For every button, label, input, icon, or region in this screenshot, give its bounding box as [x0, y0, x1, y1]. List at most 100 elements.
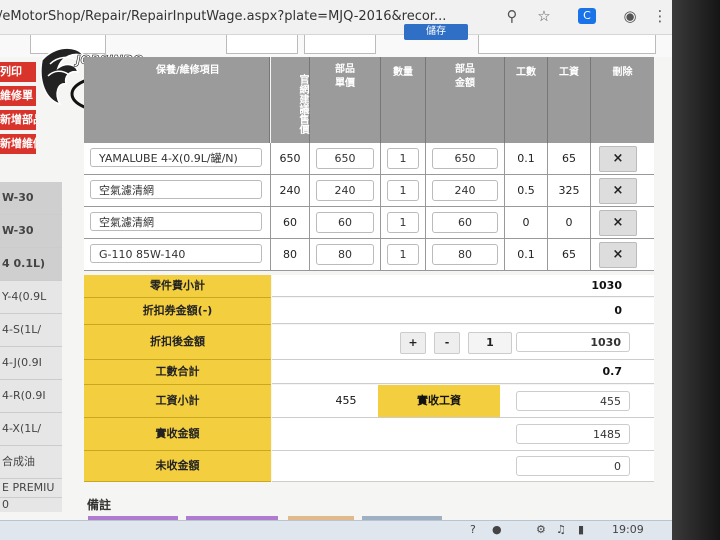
suggested-price: 650: [271, 143, 310, 174]
bookmark-star-icon[interactable]: ☆: [534, 6, 554, 26]
wage: 65: [548, 143, 591, 174]
battery-icon[interactable]: ▮: [578, 523, 584, 536]
table-row: YAMALUBE 4-X(0.9L/罐/N) 650 650 1 650 0.1…: [84, 143, 654, 175]
unpaid-field[interactable]: 0: [516, 456, 630, 476]
increase-button[interactable]: +: [400, 332, 426, 354]
product-list: W-30 W-30 4 0.1L) Y-4(0.9L 4-S(1L/ 4-J(0…: [0, 182, 62, 512]
list-item[interactable]: 4-X(1L/: [0, 413, 62, 446]
wage-row: 455 實收工資 455: [272, 385, 654, 418]
header-suggested-price: 官網建議售價: [271, 57, 310, 147]
delete-button[interactable]: ×: [599, 242, 637, 268]
qty-field[interactable]: 1: [387, 180, 419, 201]
network-icon[interactable]: ●: [492, 523, 502, 536]
wage-subtotal-value: 455: [335, 394, 357, 407]
list-item[interactable]: 4-J(0.9I: [0, 347, 62, 380]
labor-hours: 0.1: [505, 239, 548, 270]
list-item[interactable]: W-30: [0, 182, 62, 215]
unit-price-field[interactable]: 60: [316, 212, 374, 233]
header-unit-price: 部品單價: [310, 57, 381, 149]
settings-icon[interactable]: ⚙: [536, 523, 546, 536]
volume-icon[interactable]: ♫: [556, 523, 566, 536]
actual-wage-label: 實收工資: [378, 385, 500, 417]
list-item[interactable]: 0: [0, 498, 62, 512]
labor-hours: 0.1: [505, 143, 548, 174]
parts-subtotal-label: 零件費小計: [84, 275, 271, 298]
item-name-field[interactable]: YAMALUBE 4-X(0.9L/罐/N): [90, 148, 262, 167]
unit-price-field[interactable]: 650: [316, 148, 374, 169]
unpaid-row: 0: [272, 451, 654, 482]
list-item[interactable]: E PREMIU: [0, 479, 62, 498]
wage: 65: [548, 239, 591, 270]
parts-subtotal-value: 1030: [272, 275, 654, 297]
toolbar-box[interactable]: [226, 35, 298, 54]
table-row: G-110 85W-140 80 80 1 80 0.1 65 ×: [84, 239, 654, 271]
coupon-label: 折扣券金額(-): [84, 298, 271, 325]
item-name-field[interactable]: 空氣濾清網: [90, 180, 262, 199]
after-discount-row: + - 1 1030: [272, 325, 654, 360]
delete-button[interactable]: ×: [599, 146, 637, 172]
print-button[interactable]: 列印: [0, 62, 36, 82]
labor-hours: 0.5: [505, 175, 548, 206]
qty-field[interactable]: 1: [387, 212, 419, 233]
amount-field[interactable]: 60: [432, 212, 498, 233]
unit-price-field[interactable]: 80: [316, 244, 374, 265]
list-item[interactable]: 4 0.1L): [0, 248, 62, 281]
list-item[interactable]: 合成油: [0, 446, 62, 479]
delete-button[interactable]: ×: [599, 178, 637, 204]
unit-price-field[interactable]: 240: [316, 180, 374, 201]
header-wage: 工資: [548, 57, 591, 149]
header-labor-hours: 工數: [505, 57, 548, 149]
list-item[interactable]: Y-4(0.9L: [0, 281, 62, 314]
suggested-price: 60: [271, 207, 310, 238]
suggested-price: 240: [271, 175, 310, 206]
help-icon[interactable]: ?: [470, 523, 476, 536]
after-discount-field[interactable]: 1030: [516, 332, 630, 352]
header-delete: 刪除: [591, 57, 654, 149]
monitor-bezel: [672, 0, 720, 540]
list-item[interactable]: 4-R(0.9I: [0, 380, 62, 413]
delete-button[interactable]: ×: [599, 210, 637, 236]
item-name-field[interactable]: G-110 85W-140: [90, 244, 262, 263]
labor-total-label: 工數合計: [84, 360, 271, 385]
labor-total-value: 0.7: [272, 360, 654, 384]
amount-field[interactable]: 240: [432, 180, 498, 201]
taskbar: ? ● ⚙ ♫ ▮ 19:09: [0, 520, 672, 540]
remark-label: 備註: [87, 498, 112, 512]
actual-wage-field[interactable]: 455: [516, 391, 630, 411]
wage-subtotal-label: 工資小計: [84, 385, 271, 418]
item-name-field[interactable]: 空氣濾清網: [90, 212, 262, 231]
wage: 0: [548, 207, 591, 238]
save-button[interactable]: 儲存: [404, 24, 468, 40]
clock[interactable]: 19:09: [612, 523, 644, 536]
browser-address-bar: /eMotorShop/Repair/RepairInputWage.aspx?…: [0, 0, 672, 35]
list-item[interactable]: 4-S(1L/: [0, 314, 62, 347]
table-row: 空氣濾清網 240 240 1 240 0.5 325 ×: [84, 175, 654, 207]
qty-field[interactable]: 1: [387, 244, 419, 265]
toolbar-box[interactable]: [478, 35, 656, 54]
table-row: 空氣濾清網 60 60 1 60 0 0 ×: [84, 207, 654, 239]
received-row: 1485: [272, 418, 654, 451]
labor-hours: 0: [505, 207, 548, 238]
decrease-button[interactable]: -: [434, 332, 460, 354]
wage: 325: [548, 175, 591, 206]
add-part-button[interactable]: 新增部品: [0, 110, 36, 130]
list-item[interactable]: W-30: [0, 215, 62, 248]
toolbar-box[interactable]: [304, 35, 376, 54]
qty-field[interactable]: 1: [387, 148, 419, 169]
extension-icon[interactable]: C: [578, 8, 596, 24]
coupon-value: 0: [272, 298, 654, 324]
header-item: 保養/維修項目: [84, 57, 270, 143]
amount-field[interactable]: 650: [432, 148, 498, 169]
add-repair-button[interactable]: 新增維修: [0, 134, 36, 154]
after-discount-label: 折扣後金額: [84, 325, 271, 360]
menu-dots-icon[interactable]: ⋮: [650, 6, 670, 26]
discount-factor-field[interactable]: 1: [468, 332, 512, 354]
received-field[interactable]: 1485: [516, 424, 630, 444]
zoom-icon[interactable]: ⚲: [502, 6, 522, 26]
screen: /eMotorShop/Repair/RepairInputWage.aspx?…: [0, 0, 672, 540]
unpaid-label: 未收金額: [84, 451, 271, 482]
repair-order-button[interactable]: 維修單: [0, 86, 36, 106]
account-icon[interactable]: ◉: [620, 6, 640, 26]
header-qty: 數量: [381, 57, 426, 149]
amount-field[interactable]: 80: [432, 244, 498, 265]
